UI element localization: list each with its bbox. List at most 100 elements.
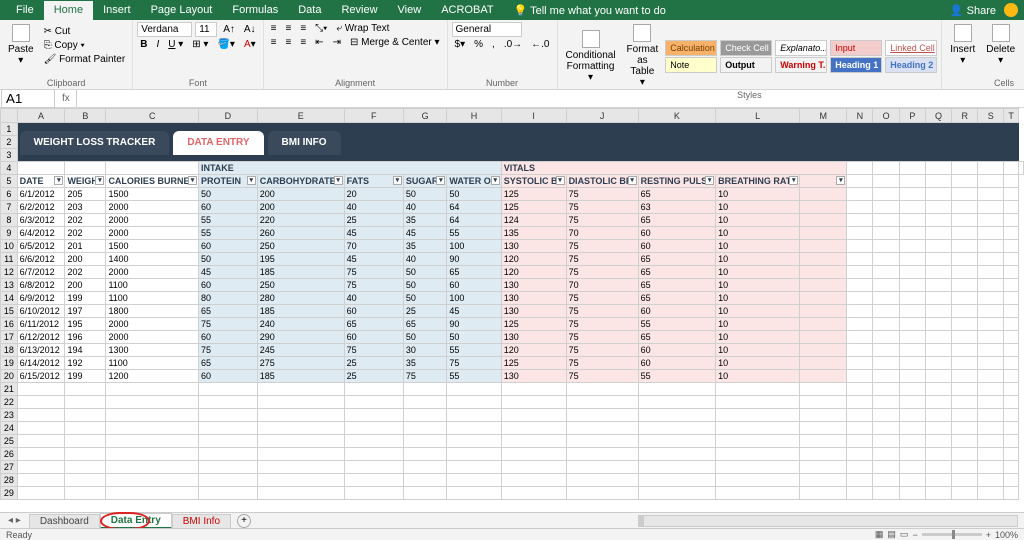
cell[interactable] [952, 331, 978, 344]
view-normal-icon[interactable]: ▦ [875, 529, 884, 540]
data-cell[interactable]: 55 [638, 318, 716, 331]
cell[interactable] [106, 474, 199, 487]
cell[interactable] [716, 422, 800, 435]
cell[interactable] [566, 396, 638, 409]
cell[interactable] [65, 409, 106, 422]
data-cell[interactable]: 45 [447, 305, 501, 318]
cell[interactable] [638, 474, 716, 487]
cell[interactable] [873, 331, 899, 344]
cell[interactable] [873, 370, 899, 383]
data-cell[interactable]: 10 [716, 266, 800, 279]
data-cell[interactable]: 75 [566, 188, 638, 201]
copy-button[interactable]: ⎘ Copy ▾ [41, 39, 129, 52]
data-cell[interactable]: 201 [65, 240, 106, 253]
cell[interactable] [847, 461, 873, 474]
cell[interactable] [344, 448, 403, 461]
row-header[interactable]: 1 [1, 123, 18, 136]
cell[interactable] [716, 461, 800, 474]
cell[interactable] [716, 409, 800, 422]
cell[interactable] [952, 318, 978, 331]
data-cell[interactable]: 75 [566, 331, 638, 344]
cell[interactable] [952, 279, 978, 292]
data-cell[interactable]: 120 [501, 344, 566, 357]
data-col-header[interactable]: WEIGHT▾ [65, 175, 106, 188]
cell[interactable] [847, 253, 873, 266]
filter-dropdown-icon[interactable]: ▾ [436, 176, 445, 185]
cell[interactable] [198, 448, 257, 461]
cell[interactable] [638, 396, 716, 409]
data-cell[interactable]: 60 [198, 370, 257, 383]
data-cell[interactable]: 60 [638, 227, 716, 240]
cell[interactable] [198, 383, 257, 396]
cell[interactable] [716, 487, 800, 500]
tab-data[interactable]: Data [288, 1, 331, 20]
data-cell[interactable]: 124 [501, 214, 566, 227]
tab-formulas[interactable]: Formulas [222, 1, 288, 20]
data-cell[interactable]: 75 [566, 253, 638, 266]
cell[interactable] [638, 448, 716, 461]
style-linked[interactable]: Linked Cell [885, 40, 937, 56]
cell[interactable] [873, 318, 899, 331]
cell[interactable] [1004, 435, 1019, 448]
data-cell[interactable]: 60 [198, 331, 257, 344]
tracker-tab-data-entry[interactable]: DATA ENTRY [173, 131, 263, 155]
data-cell[interactable]: 45 [198, 266, 257, 279]
cell[interactable] [847, 370, 873, 383]
row-header[interactable]: 18 [1, 344, 18, 357]
cell[interactable] [847, 292, 873, 305]
col-header[interactable]: E [257, 109, 344, 123]
data-cell[interactable]: 50 [403, 279, 447, 292]
cell[interactable] [198, 474, 257, 487]
delete-cells-button[interactable]: Delete▾ [982, 22, 1019, 68]
row-header[interactable]: 22 [1, 396, 18, 409]
tab-page-layout[interactable]: Page Layout [141, 1, 223, 20]
data-cell[interactable] [800, 201, 847, 214]
cell[interactable] [952, 305, 978, 318]
data-cell[interactable]: 75 [566, 305, 638, 318]
data-cell[interactable]: 6/6/2012 [17, 253, 65, 266]
data-cell[interactable]: 35 [403, 240, 447, 253]
cell[interactable] [1004, 396, 1019, 409]
data-cell[interactable]: 50 [403, 331, 447, 344]
cell[interactable] [847, 227, 873, 240]
col-header[interactable]: P [899, 109, 925, 123]
cell[interactable] [1004, 214, 1019, 227]
cell[interactable] [1004, 331, 1019, 344]
cell[interactable] [106, 461, 199, 474]
data-cell[interactable]: 10 [716, 344, 800, 357]
data-cell[interactable] [800, 357, 847, 370]
cell[interactable] [566, 448, 638, 461]
style-heading2[interactable]: Heading 2 [885, 57, 937, 73]
cell[interactable] [873, 188, 899, 201]
align-left[interactable]: ≡ [268, 36, 280, 49]
data-cell[interactable]: 130 [501, 292, 566, 305]
cell[interactable] [952, 383, 978, 396]
data-cell[interactable]: 203 [65, 201, 106, 214]
cell[interactable] [899, 370, 925, 383]
cell[interactable] [501, 422, 566, 435]
col-header[interactable]: T [1004, 109, 1019, 123]
data-cell[interactable]: 75 [344, 344, 403, 357]
filter-dropdown-icon[interactable]: ▾ [789, 176, 798, 185]
col-header[interactable]: D [198, 109, 257, 123]
cell[interactable] [638, 487, 716, 500]
cell[interactable] [978, 435, 1004, 448]
data-cell[interactable]: 125 [501, 318, 566, 331]
data-cell[interactable] [800, 188, 847, 201]
cell[interactable] [106, 396, 199, 409]
data-cell[interactable]: 125 [501, 201, 566, 214]
col-header[interactable]: Q [925, 109, 951, 123]
cell[interactable] [566, 383, 638, 396]
cell[interactable] [106, 487, 199, 500]
cell[interactable] [65, 396, 106, 409]
data-cell[interactable]: 25 [344, 357, 403, 370]
cell[interactable] [952, 396, 978, 409]
cell[interactable] [925, 370, 951, 383]
cell[interactable] [1004, 487, 1019, 500]
data-cell[interactable]: 195 [257, 253, 344, 266]
data-cell[interactable]: 100 [447, 292, 501, 305]
indent-inc[interactable]: ⇥ [330, 36, 344, 49]
row-header[interactable]: 25 [1, 435, 18, 448]
data-cell[interactable]: 6/4/2012 [17, 227, 65, 240]
cell[interactable] [1004, 461, 1019, 474]
